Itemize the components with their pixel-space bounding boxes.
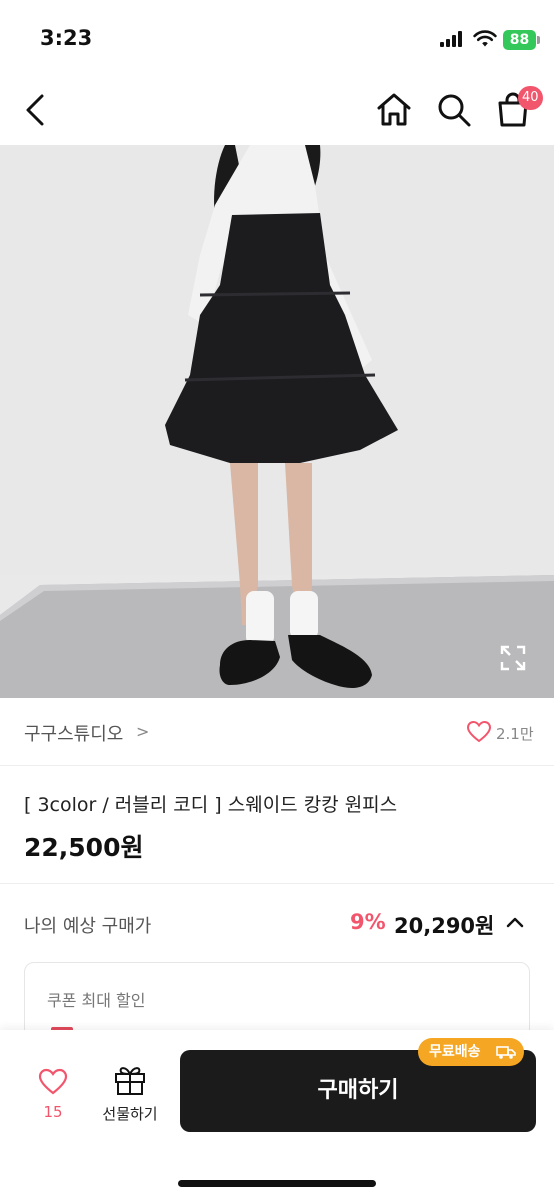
product-image[interactable] [0,145,554,698]
gift-icon [115,1067,145,1095]
home-indicator [178,1180,376,1187]
coupon-title: 쿠폰 최대 할인 [47,991,146,1010]
product-title: [ 3color / 러블리 코디 ] 스웨이드 캉캉 원피스 [24,794,398,816]
expand-icon[interactable] [498,643,528,673]
status-time: 3:23 [40,26,93,50]
cart-badge: 40 [518,86,543,110]
free-shipping-badge: 무료배송 [418,1038,524,1066]
like-count: 2.1만 [496,725,534,743]
nav-bar [0,80,554,145]
product-info: [ 3color / 러블리 코디 ] 스웨이드 캉캉 원피스 22,500원 [0,766,554,884]
home-icon[interactable] [374,90,414,130]
heart-icon [38,1068,68,1095]
gift-label: 선물하기 [102,1105,158,1123]
back-button[interactable] [18,90,54,130]
product-photo [0,145,554,698]
expected-price-label: 나의 예상 구매가 [24,916,152,937]
shop-name[interactable]: 구구스튜디오 [24,720,123,746]
chevron-up-icon[interactable] [503,910,527,934]
discount-percent: 9% [350,910,386,934]
bottom-action-bar: 15 선물하기 구매하기 무료배송 [0,1030,554,1200]
like-count-label: 15 [43,1103,63,1121]
shop-row[interactable]: 구구스튜디오 > 2.1만 [0,698,554,766]
expected-price: 20,290원 [394,914,495,938]
status-bar: 3:23 88 [0,0,554,80]
search-icon[interactable] [434,90,474,130]
like-button[interactable]: 15 [28,1060,78,1130]
expected-price-row[interactable]: 나의 예상 구매가 9% 20,290원 [0,884,554,962]
battery-icon: 88 [503,30,536,50]
heart-icon[interactable] [466,720,492,744]
signal-icon [440,31,464,47]
free-shipping-label: 무료배송 [429,1044,481,1060]
gift-button[interactable]: 선물하기 [94,1058,166,1130]
battery-cap [537,36,540,44]
wifi-icon [473,30,497,47]
chevron-right-icon: > [136,722,150,741]
truck-icon [496,1046,516,1059]
product-price: 22,500원 [24,833,144,862]
